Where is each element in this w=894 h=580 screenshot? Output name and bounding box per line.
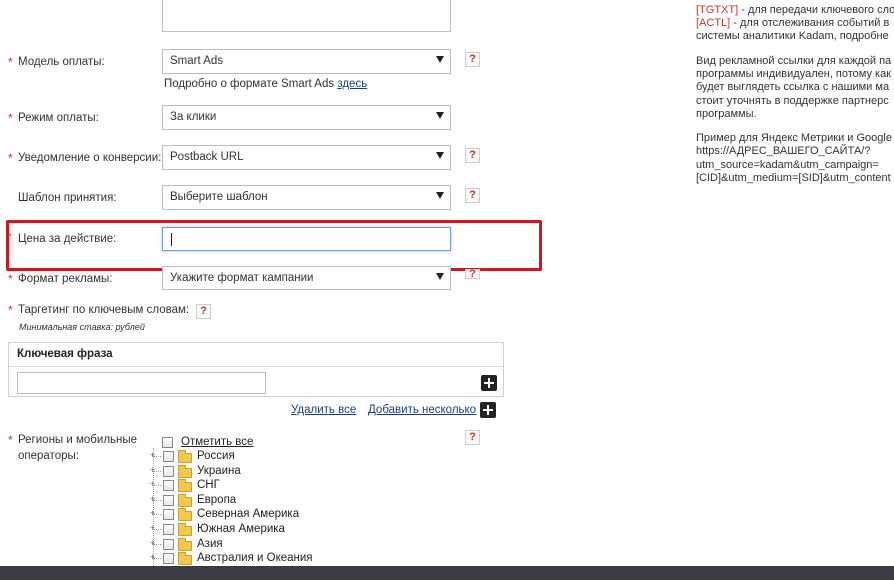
required-mark: * <box>8 272 13 286</box>
region-checkbox[interactable] <box>163 538 174 550</box>
add-several-icon[interactable] <box>480 402 496 418</box>
region-checkbox[interactable] <box>163 480 174 492</box>
help-p3-line2: https://АДРЕС_ВАШЕГО_САЙТА/? <box>696 145 871 157</box>
chevron-down-icon <box>436 152 444 159</box>
region-label: Австралия и Океания <box>197 552 313 565</box>
conversion-notify-select[interactable]: Postback URL <box>162 145 451 170</box>
payment-model-hint-text: Подробно о формате Smart Ads <box>164 78 335 90</box>
ad-format-select[interactable]: Укажите формат кампании <box>162 266 451 290</box>
chevron-down-icon <box>436 192 444 199</box>
folder-icon <box>178 537 192 551</box>
payment-model-value: Smart Ads <box>170 55 224 67</box>
accept-template-select[interactable]: Выберите шаблон <box>162 185 451 210</box>
region-checkbox[interactable] <box>163 494 174 506</box>
chevron-down-icon <box>436 273 444 280</box>
check-all-checkbox[interactable] <box>162 437 173 448</box>
payment-mode-label: Режим оплаты: <box>18 112 99 124</box>
help-icon[interactable]: ? <box>465 188 480 203</box>
expand-icon[interactable]: + <box>150 552 155 562</box>
payment-model-hint: Подробно о формате Smart Ads здесь <box>164 78 367 90</box>
help-p2-line2: программы индивидуален, потому как <box>696 68 892 80</box>
folder-icon <box>178 479 192 493</box>
payment-mode-select[interactable]: За клики <box>162 105 451 130</box>
help-p3-line3: utm_source=kadam&utm_campaign= <box>696 159 879 171</box>
region-checkbox[interactable] <box>163 553 174 565</box>
keyword-targeting-label: Таргетинг по ключевым словам: <box>18 304 190 316</box>
payment-model-select[interactable]: Smart Ads <box>162 49 451 74</box>
folder-icon <box>178 493 192 507</box>
required-mark: * <box>8 433 13 447</box>
region-checkbox[interactable] <box>163 524 174 535</box>
keyword-column-header: Ключевая фраза <box>9 343 503 367</box>
help-icon[interactable]: ? <box>196 304 211 319</box>
region-checkbox[interactable] <box>163 509 174 521</box>
conversion-notify-label: Уведомление о конверсии: <box>18 152 162 164</box>
required-mark: * <box>8 151 13 165</box>
expand-icon[interactable]: + <box>150 494 155 504</box>
keyword-table: Ключевая фраза <box>8 342 504 397</box>
help-p2-line1: Вид рекламной ссылки для каждой па <box>696 55 892 67</box>
folder-icon <box>178 552 192 566</box>
required-mark: * <box>8 111 13 125</box>
expand-icon[interactable]: + <box>150 523 155 533</box>
region-label: Украина <box>197 464 241 477</box>
region-label: Южная Америка <box>197 523 285 535</box>
conversion-notify-value: Postback URL <box>170 151 244 163</box>
region-checkbox[interactable] <box>163 465 174 477</box>
region-label: Россия <box>197 450 235 462</box>
help-icon[interactable]: ? <box>465 430 480 445</box>
tgtxt-tag: [TGTXT] <box>696 4 739 16</box>
actl-tag: [ACTL] <box>696 17 731 29</box>
delete-all-link[interactable]: Удалить все <box>291 404 356 416</box>
description-textarea[interactable] <box>162 0 451 32</box>
help-line-tgtxt: [TGTXT] - для передачи ключевого сло <box>696 4 894 17</box>
expand-icon[interactable]: + <box>150 508 155 518</box>
help-p2-line3: будет выглядеть ссылка с нашими ма <box>696 81 890 93</box>
accept-template-value: Выберите шаблон <box>170 191 268 203</box>
folder-icon <box>178 508 192 522</box>
help-line-actl: [ACTL] - для отслеживания событий в <box>696 17 889 30</box>
payment-model-label: Модель оплаты: <box>18 56 105 68</box>
payment-model-hint-link[interactable]: здесь <box>337 78 367 90</box>
add-several-link[interactable]: Добавить несколько <box>368 404 476 416</box>
check-all-link[interactable]: Отметить все <box>181 436 253 448</box>
add-keyword-icon[interactable] <box>481 375 497 391</box>
help-icon[interactable]: ? <box>465 269 480 280</box>
keyword-phrase-input[interactable] <box>17 372 266 394</box>
keyword-min-bid-note: Минимальная ставка: рублей <box>19 322 145 332</box>
footer-bar <box>0 566 894 580</box>
help-p3-line4: [CID]&utm_medium=[SID]&utm_content <box>696 172 891 184</box>
help-p2-line5: программы. <box>696 108 757 120</box>
actl-desc: - для отслеживания событий в <box>730 17 890 29</box>
region-label: Азия <box>197 537 223 550</box>
required-mark: * <box>8 303 13 317</box>
folder-icon <box>178 450 192 463</box>
regions-label-line1: Регионы и мобильные <box>18 434 138 446</box>
help-icon[interactable]: ? <box>465 52 480 67</box>
expand-icon[interactable]: + <box>150 538 155 548</box>
help-p3-line1: Пример для Яндекс Метрики и Google <box>696 132 892 144</box>
folder-icon <box>178 464 192 478</box>
payment-mode-value: За клики <box>170 111 217 123</box>
chevron-down-icon <box>436 56 444 63</box>
tgtxt-desc: - для передачи ключевого сло <box>738 4 894 16</box>
regions-label-line2: операторы: <box>18 450 79 462</box>
region-label: Северная Америка <box>197 508 300 521</box>
help-icon[interactable]: ? <box>465 148 480 163</box>
chevron-down-icon <box>436 112 444 119</box>
ad-format-label: Формат рекламы: <box>18 273 113 285</box>
folder-icon <box>178 523 192 536</box>
help-line-3: системы аналитики Kadam, подробне <box>696 30 889 42</box>
region-label: СНГ <box>197 479 220 492</box>
expand-icon[interactable]: + <box>150 450 155 460</box>
accept-template-label: Шаблон принятия: <box>18 192 117 204</box>
required-mark: * <box>8 55 13 69</box>
region-checkbox[interactable] <box>163 451 174 462</box>
expand-icon[interactable]: + <box>150 465 155 475</box>
ad-format-value: Укажите формат кампании <box>170 272 314 284</box>
help-p2-line4: стоит уточнять в поддержке партнерс <box>696 95 889 107</box>
highlight-frame <box>6 220 542 271</box>
expand-icon[interactable]: + <box>150 479 155 489</box>
region-label: Европа <box>197 493 237 506</box>
